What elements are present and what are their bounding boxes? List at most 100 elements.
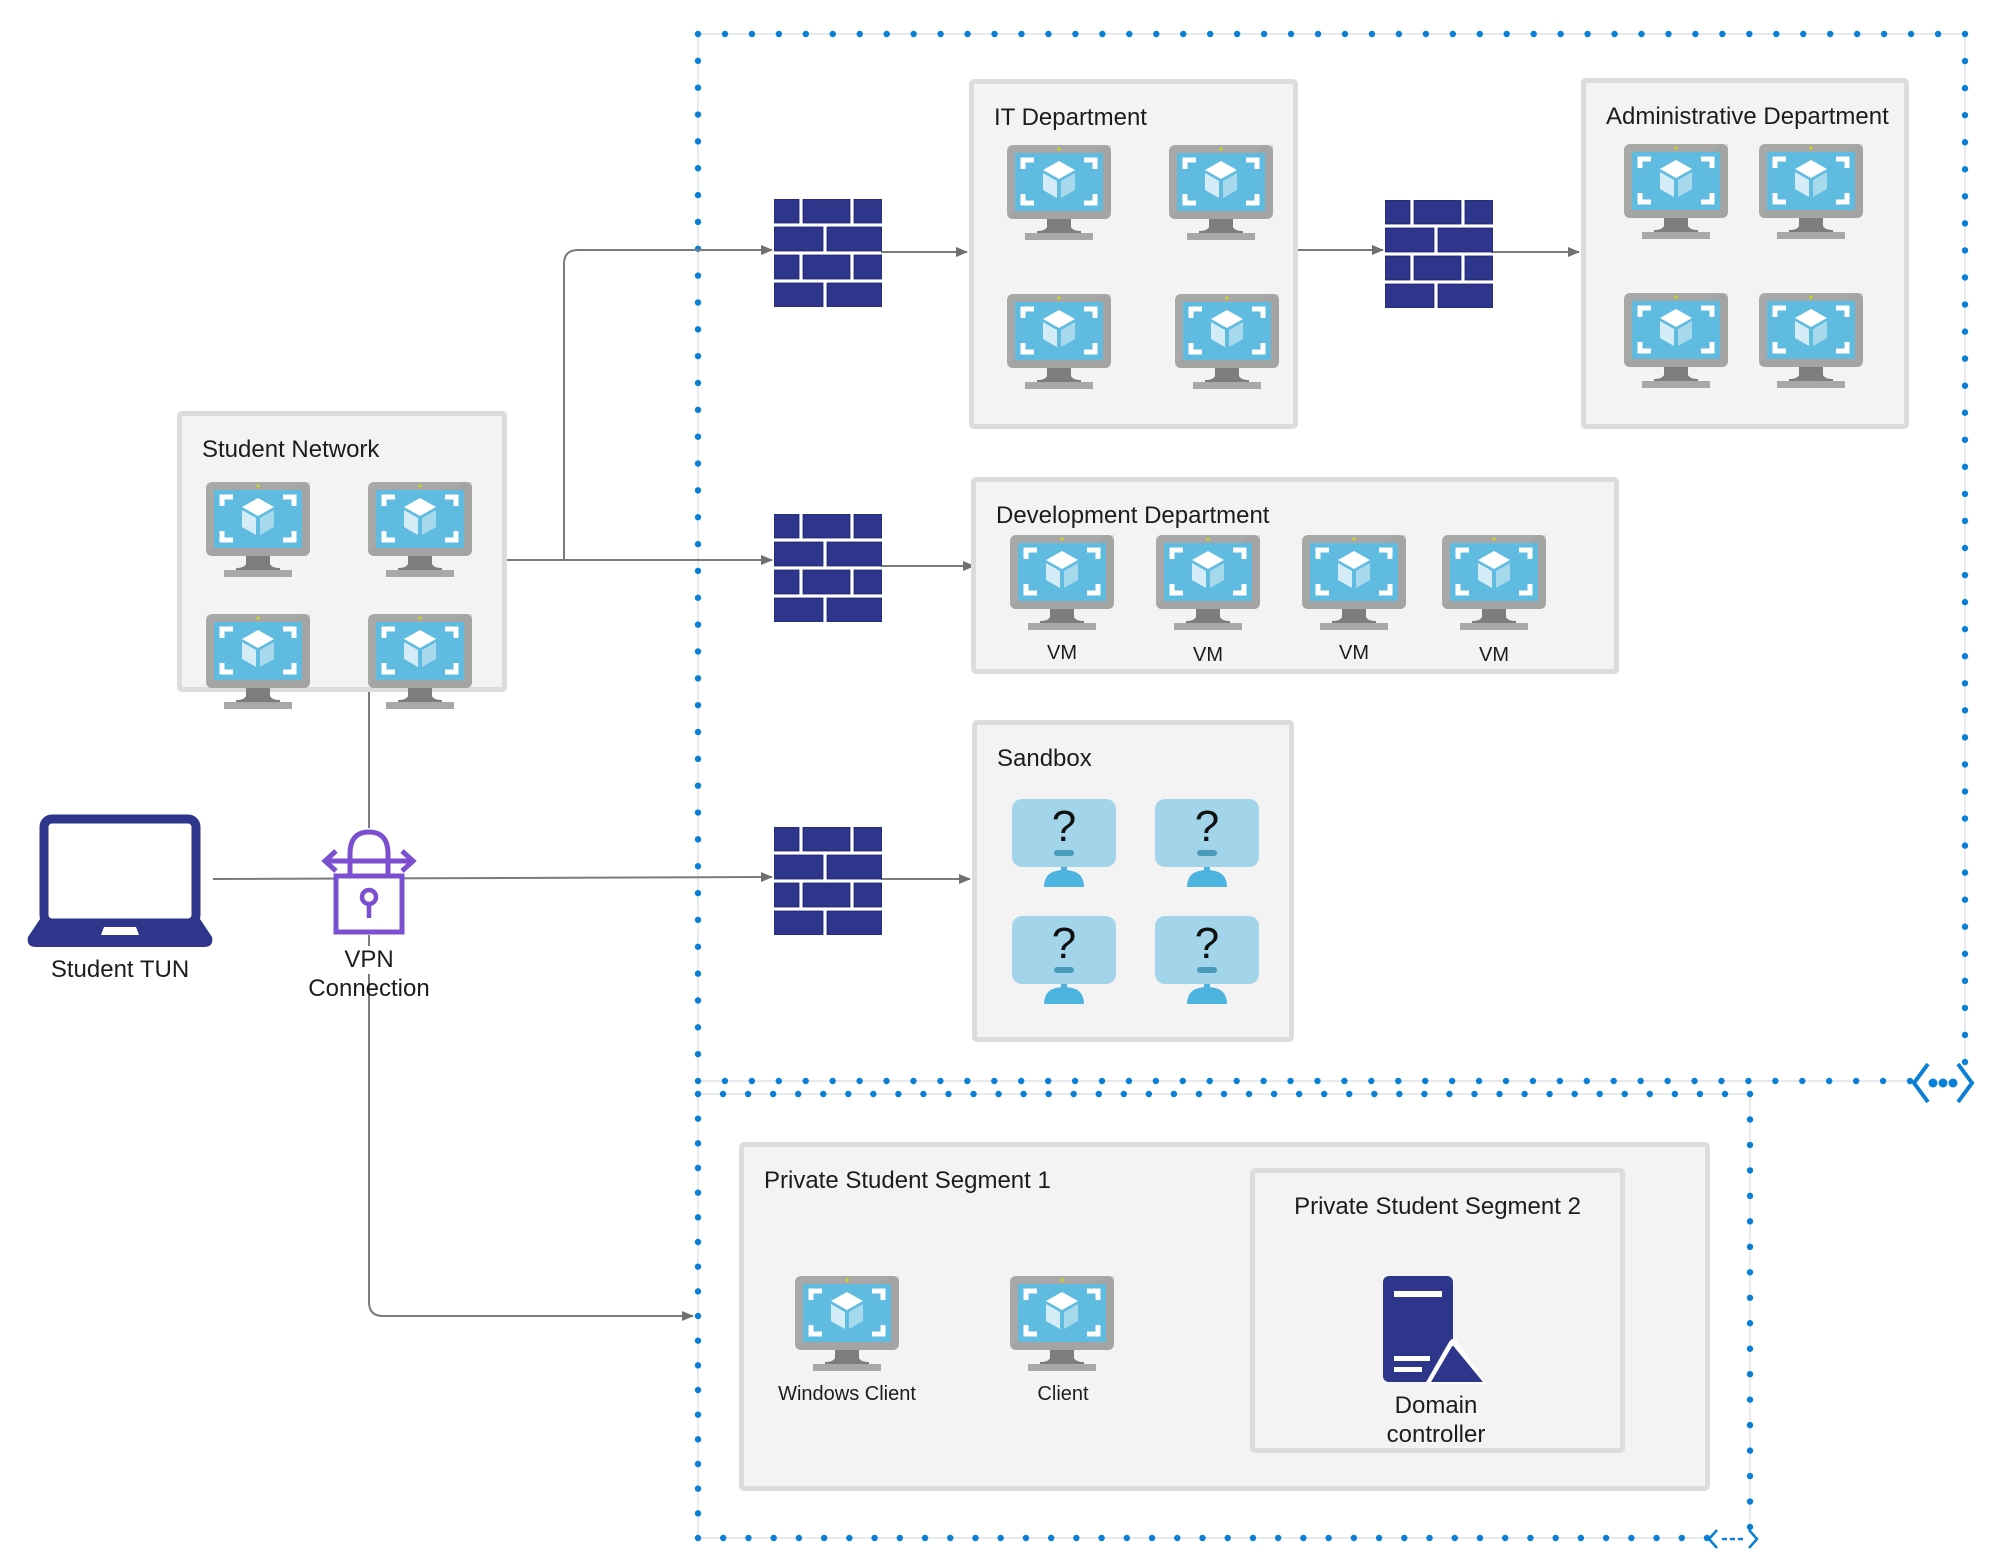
boundary-dot	[1746, 1243, 1754, 1251]
boundary-dot	[694, 111, 702, 118]
boundary-dot	[1961, 625, 1969, 633]
boundary-dot	[1233, 30, 1241, 38]
boundary-dot	[694, 943, 702, 950]
boundary-dot	[1020, 1090, 1027, 1098]
unknown-host-icon[interactable]: ?	[1012, 799, 1116, 894]
boundary-dot	[1628, 1534, 1635, 1542]
boundary-dot	[1496, 1090, 1503, 1098]
boundary-dot	[721, 1077, 729, 1085]
virtual-machine-icon[interactable]	[1624, 144, 1728, 245]
virtual-machine-icon[interactable]	[206, 482, 310, 583]
boundary-dot	[1961, 220, 1969, 227]
boundary-dot	[1665, 30, 1672, 38]
virtual-machine-icon[interactable]	[368, 482, 472, 583]
boundary-dot	[1287, 1077, 1294, 1085]
firewall-it-icon[interactable]	[773, 198, 883, 312]
boundary-dot	[694, 272, 702, 279]
boundary-dot	[694, 621, 702, 628]
virtual-machine-icon[interactable]	[1169, 145, 1273, 246]
client-label: Client	[1037, 1383, 1089, 1405]
boundary-dot	[856, 1077, 863, 1085]
boundary-dot	[947, 1534, 954, 1542]
boundary-dot	[1521, 1090, 1528, 1098]
boundary-dot	[1961, 571, 1969, 579]
unknown-host-icon[interactable]: ?	[1155, 799, 1259, 894]
boundary-dot	[802, 30, 810, 38]
virtual-machine-icon[interactable]	[1302, 535, 1406, 636]
vpn-lock-icon[interactable]	[320, 826, 418, 936]
boundary-dot	[1368, 1077, 1375, 1085]
group-title: Private Student Segment 2	[1294, 1193, 1581, 1220]
boundary-dot	[1320, 1090, 1328, 1098]
boundary-dot	[995, 1090, 1002, 1098]
boundary-dot	[991, 1077, 998, 1085]
boundary-dot	[1341, 30, 1349, 38]
boundary-dot	[1401, 1534, 1408, 1542]
boundary-dot	[1529, 1077, 1537, 1085]
laptop-icon[interactable]	[26, 813, 214, 949]
boundary-dot	[1325, 1534, 1332, 1542]
boundary-dot	[1152, 1077, 1160, 1085]
boundary-dot	[1421, 1090, 1428, 1098]
boundary-dot	[1746, 1345, 1754, 1352]
unknown-host-icon[interactable]: ?	[1155, 916, 1259, 1011]
virtual-machine-icon[interactable]	[1156, 535, 1260, 636]
boundary-dot	[1530, 30, 1537, 38]
boundary-dot	[1314, 30, 1322, 38]
boundary-dot	[856, 30, 863, 38]
boundary-dot	[694, 1189, 702, 1196]
student-tun-label: Student TUN	[50, 956, 190, 983]
boundary-dot	[895, 1090, 902, 1098]
boundary-dot	[1179, 1077, 1187, 1085]
boundary-dot	[1961, 409, 1969, 416]
firewall-admin-icon[interactable]	[1384, 199, 1494, 313]
boundary-dot	[694, 1386, 702, 1394]
firewall-sandbox-icon[interactable]	[773, 826, 883, 940]
boundary-dot	[1961, 950, 1969, 957]
virtual-machine-icon[interactable]	[1624, 293, 1728, 394]
virtual-machine-icon[interactable]	[206, 614, 310, 715]
boundary-dot	[1961, 653, 1969, 660]
boundary-dot	[921, 1534, 929, 1542]
firewall-dev-icon[interactable]	[773, 513, 883, 627]
domain-controller-icon[interactable]	[1383, 1276, 1489, 1384]
boundary-dot	[770, 1534, 777, 1542]
virtual-machine-icon[interactable]	[1010, 535, 1114, 636]
boundary-dot	[1746, 1116, 1754, 1123]
boundary-dot	[1045, 30, 1052, 38]
boundary-dot	[1245, 1090, 1253, 1098]
virtual-machine-icon[interactable]	[1759, 293, 1863, 394]
boundary-dot	[1557, 30, 1564, 38]
boundary-dot	[1961, 111, 1969, 119]
boundary-dot	[694, 594, 702, 601]
boundary-dot	[829, 30, 836, 38]
virtual-machine-icon[interactable]	[1007, 294, 1111, 395]
virtual-machine-icon[interactable]	[1175, 294, 1279, 395]
boundary-dot	[1826, 1077, 1833, 1085]
vm-label: VM	[1479, 644, 1509, 666]
boundary-dot	[694, 352, 702, 360]
virtual-machine-icon[interactable]	[795, 1276, 899, 1377]
virtual-machine-icon[interactable]	[368, 614, 472, 715]
boundary-dot	[1961, 1004, 1969, 1012]
boundary-dot	[694, 782, 702, 789]
boundary-dot	[1584, 30, 1591, 38]
virtual-machine-icon[interactable]	[1007, 145, 1111, 246]
boundary-dot	[694, 755, 702, 763]
unknown-host-icon[interactable]: ?	[1012, 916, 1116, 1011]
boundary-dot	[1746, 1269, 1754, 1276]
virtual-machine-icon[interactable]	[1759, 144, 1863, 245]
boundary-dot	[720, 1534, 727, 1542]
boundary-dot	[1098, 1077, 1106, 1085]
virtual-machine-icon[interactable]	[1442, 535, 1546, 636]
virtual-machine-icon[interactable]	[1010, 1276, 1114, 1377]
boundary-dot	[1961, 166, 1969, 173]
boundary-dot	[1746, 1320, 1754, 1327]
boundary-dot	[1678, 1534, 1685, 1542]
boundary-dot	[1879, 1077, 1887, 1085]
boundary-dot	[1621, 1090, 1628, 1098]
boundary-dot	[1448, 1077, 1456, 1085]
boundary-dot	[694, 648, 702, 655]
boundary-dot	[883, 30, 890, 38]
boundary-dot	[694, 836, 702, 843]
